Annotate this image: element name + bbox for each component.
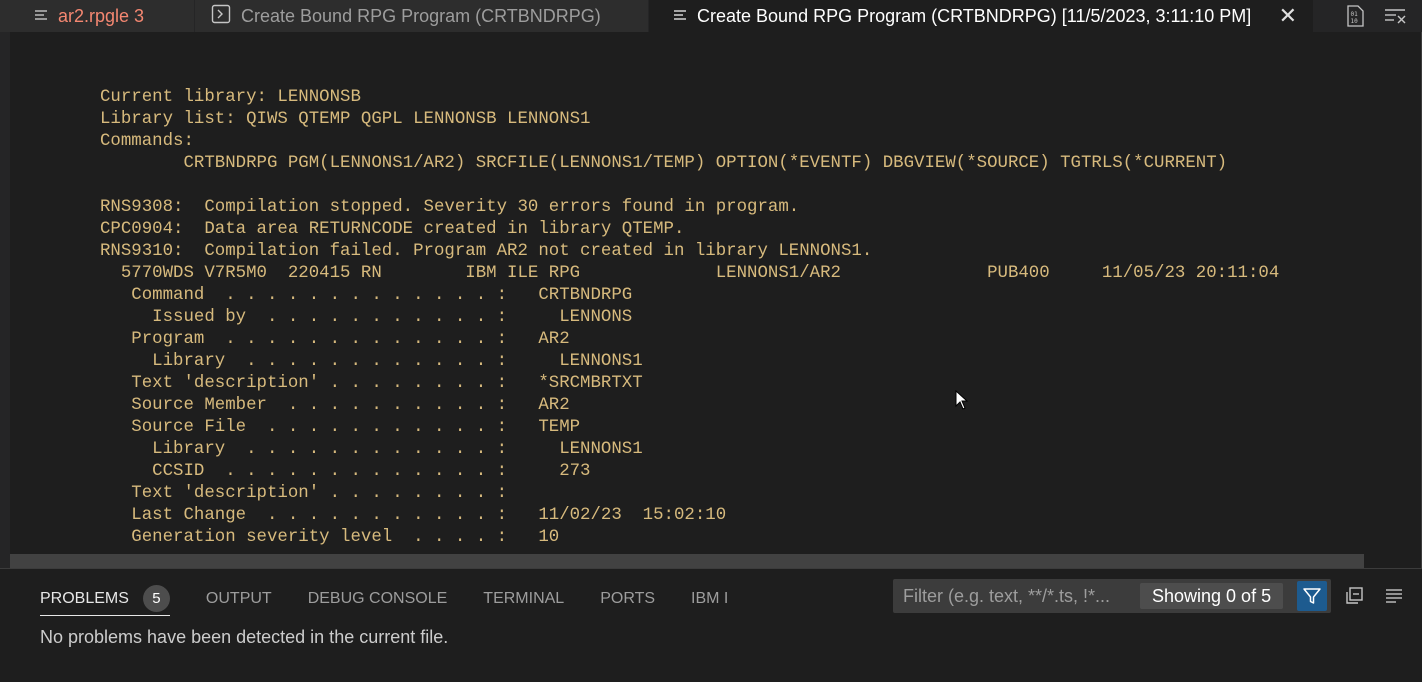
output-line: CCSID . . . . . . . . . . . . . : 273 [100,462,591,481]
tab-label: ar2.rpgle 3 [58,5,145,26]
output-line: 5770WDS V7R5M0 220415 RN IBM ILE RPG LEN… [100,264,1280,283]
output-line: CPC0904: Data area RETURNCODE created in… [100,220,685,239]
tab-crtbndrpg-terminal[interactable]: Create Bound RPG Program (CRTBNDRPG) [195,0,649,32]
output-line: RNS9310: Compilation failed. Program AR2… [100,242,873,261]
menu-lines-icon [34,6,48,27]
panel-tabs: PROBLEMS 5 OUTPUT DEBUG CONSOLE TERMINAL… [40,582,764,616]
tab-debug-console[interactable]: DEBUG CONSOLE [308,582,448,616]
showing-count-badge: Showing 0 of 5 [1140,583,1284,609]
output-line: Source File . . . . . . . . . . . : TEMP [100,418,581,437]
editor-gutter [0,32,10,568]
tab-label: Create Bound RPG Program (CRTBNDRPG) [11… [697,5,1252,26]
tab-ibm-i[interactable]: IBM I [691,582,728,616]
tab-label: PROBLEMS [40,589,129,607]
output-line: Library . . . . . . . . . . . . : LENNON… [100,440,643,459]
problems-empty-message: No problems have been detected in the cu… [40,627,449,647]
clear-output-icon[interactable] [1384,5,1406,27]
problems-count-badge: 5 [142,585,170,612]
output-line: Text 'description' . . . . . . . . : *SR… [100,374,643,393]
problems-filter: Showing 0 of 5 [893,579,1331,613]
svg-text:01: 01 [1351,11,1359,18]
output-line: Current library: LENNONSB [100,88,361,107]
bottom-panel: PROBLEMS 5 OUTPUT DEBUG CONSOLE TERMINAL… [0,568,1422,682]
tab-problems[interactable]: PROBLEMS 5 [40,582,170,616]
editor-tab-bar: ar2.rpgle 3 Create Bound RPG Program (CR… [0,0,1422,32]
output-line: Issued by . . . . . . . . . . . : LENNON… [100,308,633,327]
panel-actions [1343,585,1405,607]
tab-output[interactable]: OUTPUT [206,582,272,616]
terminal-icon [211,4,231,29]
output-line: Library . . . . . . . . . . . . : LENNON… [100,352,643,371]
output-line: RNS9308: Compilation stopped. Severity 3… [100,198,800,217]
filter-icon[interactable] [1297,581,1327,611]
binary-view-icon[interactable]: 01 10 [1344,5,1366,27]
output-line: Source Member . . . . . . . . . . : AR2 [100,396,570,415]
output-line: CRTBNDRPG PGM(LENNONS1/AR2) SRCFILE(LENN… [100,154,1228,173]
filter-input[interactable] [903,585,1143,607]
close-icon[interactable]: ✕ [1279,3,1297,29]
output-line: Command . . . . . . . . . . . . . : CRTB… [100,286,633,305]
svg-text:10: 10 [1351,18,1359,25]
output-line: Generation severity level . . . . : 10 [100,528,560,547]
compile-output: Current library: LENNONSB Library list: Q… [100,87,1279,549]
output-line: Library list: QIWS QTEMP QGPL LENNONSB L… [100,110,591,129]
output-line: Text 'description' . . . . . . . . : [100,484,508,503]
output-line: Last Change . . . . . . . . . . . : 11/0… [100,506,727,525]
output-line: Program . . . . . . . . . . . . . : AR2 [100,330,570,349]
tab-label: Create Bound RPG Program (CRTBNDRPG) [241,5,601,26]
horizontal-scrollbar[interactable] [10,554,1364,568]
tab-terminal[interactable]: TERMINAL [483,582,564,616]
tab-crtbndrpg-output[interactable]: Create Bound RPG Program (CRTBNDRPG) [11… [649,0,1314,32]
menu-lines-icon [673,6,687,27]
tab-ports[interactable]: PORTS [600,582,655,616]
view-as-list-icon[interactable] [1383,585,1405,607]
output-line: Commands: [100,132,194,151]
collapse-all-icon[interactable] [1343,585,1365,607]
output-view[interactable]: Current library: LENNONSB Library list: Q… [0,32,1422,568]
tab-actions: 01 10 [1344,0,1422,32]
tab-ar2-rpgle[interactable]: ar2.rpgle 3 [0,0,195,32]
